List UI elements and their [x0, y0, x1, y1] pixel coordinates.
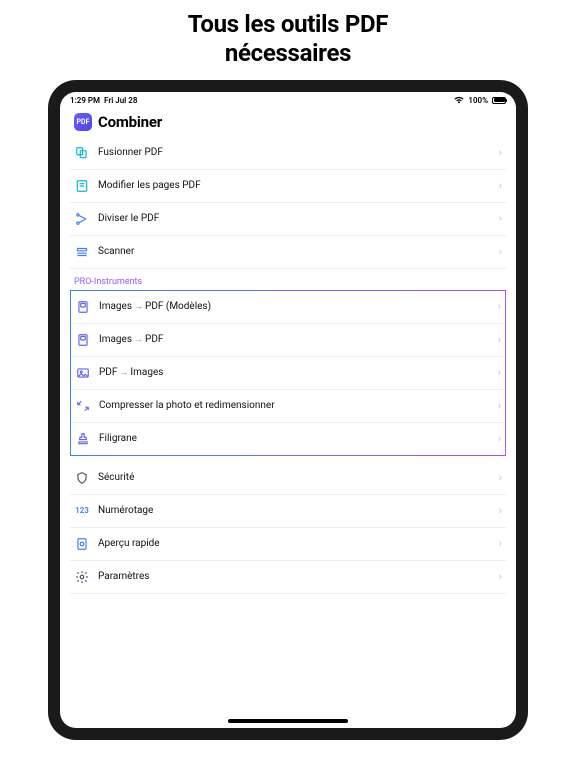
row-numbering[interactable]: 123 Numérotage ›	[70, 495, 506, 528]
row-label: Paramètres	[98, 571, 491, 582]
promo-headline: Tous les outils PDF nécessaires	[0, 0, 576, 80]
row-images-to-pdf-templates[interactable]: Images→PDF (Modèles) ›	[71, 291, 505, 324]
row-label: Fusionner PDF	[98, 147, 491, 158]
status-time: 1:29 PM	[70, 96, 100, 105]
status-bar: 1:29 PM Fri Jul 28 100%	[60, 92, 516, 107]
home-indicator	[228, 719, 348, 723]
app-icon-label: PDF	[77, 118, 90, 126]
arrow-right-icon: →	[117, 368, 130, 378]
row-label: Numérotage	[98, 505, 491, 516]
row-label: Scanner	[98, 246, 491, 257]
row-compress-resize[interactable]: Compresser la photo et redimensionner ›	[71, 390, 505, 423]
chevron-right-icon: ›	[499, 504, 502, 517]
chevron-right-icon: ›	[499, 537, 502, 550]
pro-section-label: PRO-Instruments	[70, 269, 506, 290]
row-label: PDF→Images	[99, 367, 490, 378]
split-icon	[74, 211, 90, 227]
row-label: Images→PDF	[99, 334, 490, 345]
row-pdf-to-images[interactable]: PDF→Images ›	[71, 357, 505, 390]
row-preview[interactable]: Aperçu rapide ›	[70, 528, 506, 561]
row-split[interactable]: Diviser le PDF ›	[70, 203, 506, 236]
chevron-right-icon: ›	[499, 245, 502, 258]
chevron-right-icon: ›	[499, 179, 502, 192]
picture-icon	[75, 365, 91, 381]
chevron-right-icon: ›	[498, 333, 501, 346]
row-merge[interactable]: Fusionner PDF ›	[70, 137, 506, 170]
chevron-right-icon: ›	[498, 366, 501, 379]
app-icon: PDF	[74, 113, 92, 131]
compress-icon	[75, 398, 91, 414]
promo-line2: nécessaires	[225, 39, 351, 67]
row-security[interactable]: Sécurité ›	[70, 462, 506, 495]
row-label: Compresser la photo et redimensionner	[99, 400, 490, 411]
row-label: Modifier les pages PDF	[98, 180, 491, 191]
row-label: Filigrane	[99, 433, 490, 444]
app-title: Combiner	[98, 113, 162, 131]
status-date: Fri Jul 28	[104, 96, 137, 105]
chevron-right-icon: ›	[499, 570, 502, 583]
row-label: Diviser le PDF	[98, 213, 491, 224]
row-settings[interactable]: Paramètres ›	[70, 561, 506, 594]
chevron-right-icon: ›	[499, 146, 502, 159]
row-watermark[interactable]: Filigrane ›	[71, 423, 505, 455]
chevron-right-icon: ›	[498, 399, 501, 412]
arrow-right-icon: →	[132, 302, 145, 312]
pro-section: Images→PDF (Modèles) › Images→PDF ›	[70, 290, 506, 456]
gear-icon	[74, 569, 90, 585]
arrow-right-icon: →	[132, 335, 145, 345]
edit-pages-icon	[74, 178, 90, 194]
row-images-to-pdf[interactable]: Images→PDF ›	[71, 324, 505, 357]
image-doc-icon	[75, 299, 91, 315]
chevron-right-icon: ›	[498, 432, 501, 445]
app-header: PDF Combiner	[60, 107, 516, 137]
status-battery-pct: 100%	[468, 96, 488, 105]
stamp-icon	[75, 431, 91, 447]
row-label: Images→PDF (Modèles)	[99, 301, 490, 312]
screen: 1:29 PM Fri Jul 28 100% PDF Combiner	[60, 92, 516, 728]
image-doc-icon	[75, 332, 91, 348]
shield-icon	[74, 470, 90, 486]
row-label: Aperçu rapide	[98, 538, 491, 549]
row-label: Sécurité	[98, 472, 491, 483]
row-scanner[interactable]: Scanner ›	[70, 236, 506, 269]
row-edit-pages[interactable]: Modifier les pages PDF ›	[70, 170, 506, 203]
merge-icon	[74, 145, 90, 161]
chevron-right-icon: ›	[499, 212, 502, 225]
wifi-icon	[454, 96, 464, 104]
chevron-right-icon: ›	[499, 471, 502, 484]
device-frame: 1:29 PM Fri Jul 28 100% PDF Combiner	[48, 80, 528, 740]
preview-icon	[74, 536, 90, 552]
scanner-icon	[74, 244, 90, 260]
battery-icon	[492, 97, 506, 104]
promo-line1: Tous les outils PDF	[188, 10, 388, 38]
chevron-right-icon: ›	[498, 300, 501, 313]
number-icon: 123	[74, 503, 90, 519]
content: Fusionner PDF › Modifier les pages PDF ›…	[60, 137, 516, 728]
